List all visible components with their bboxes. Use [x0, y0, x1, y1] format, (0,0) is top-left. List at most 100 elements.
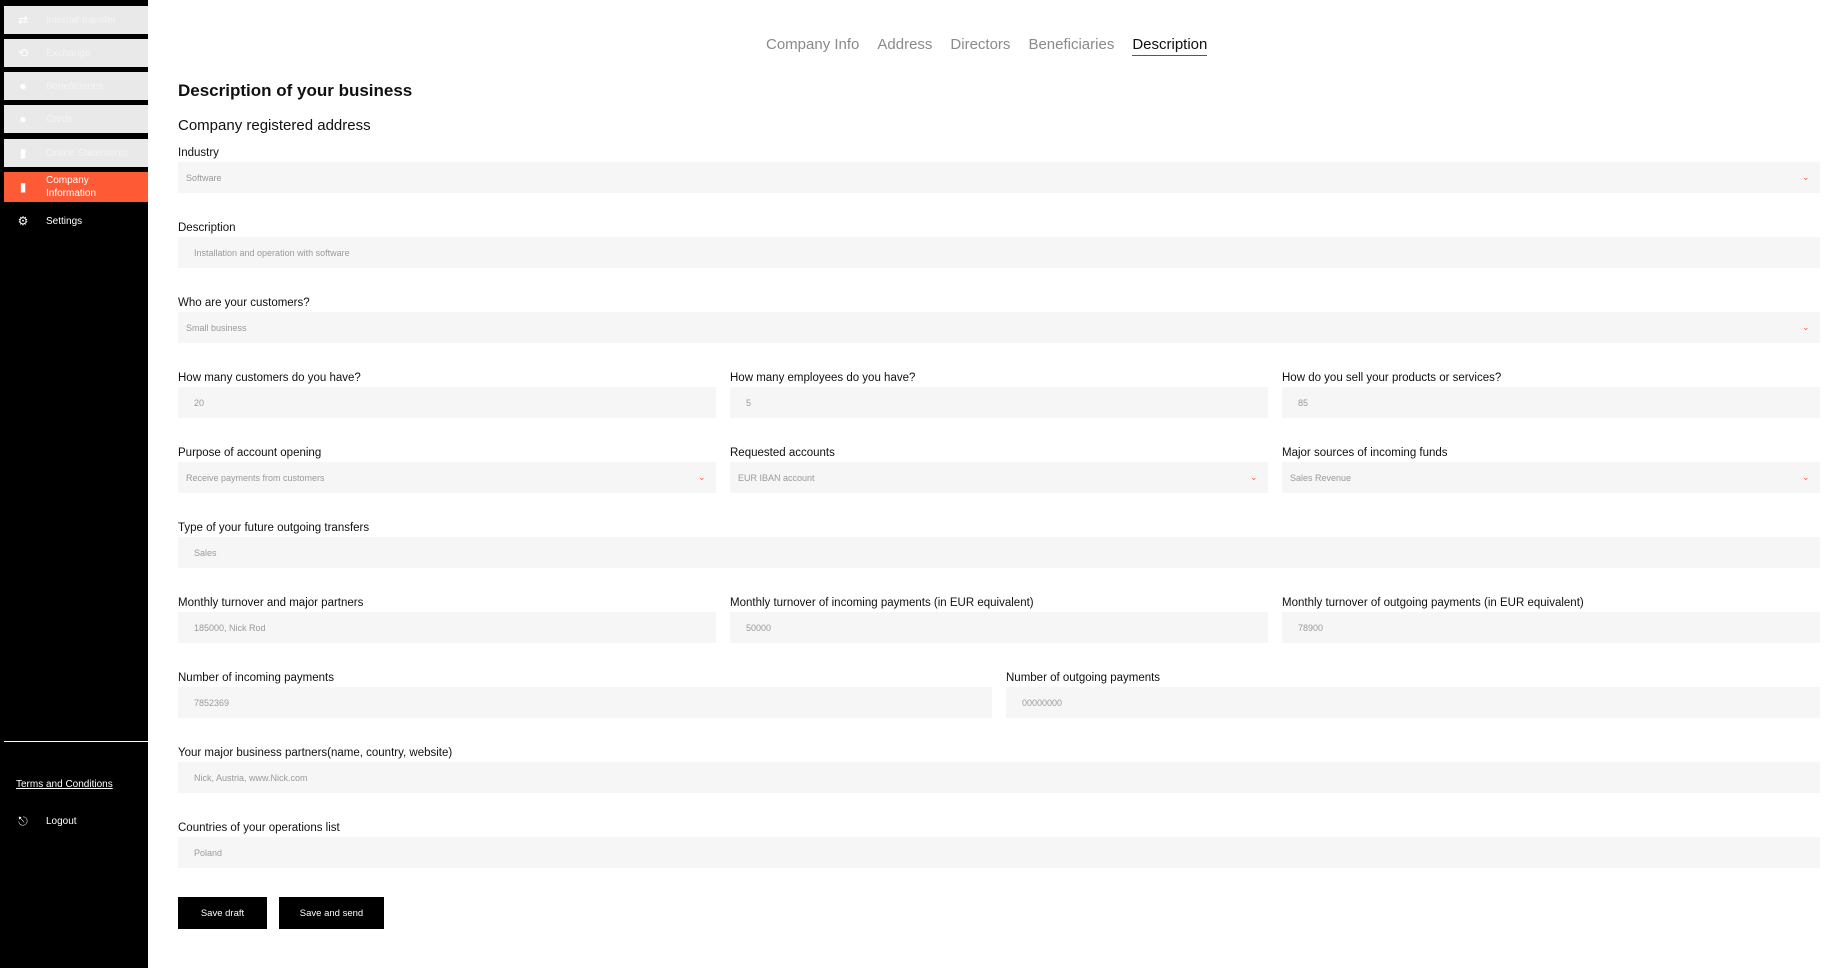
tab-directors[interactable]: Directors: [950, 36, 1010, 56]
sell-method-label: How do you sell your products or service…: [1282, 372, 1502, 384]
section-subtitle: Company registered address: [178, 117, 371, 134]
description-label: Description: [178, 222, 236, 234]
transfer-type-label: Type of your future outgoing transfers: [178, 522, 370, 534]
transfer-type-field-group: Type of your future outgoing transfers S…: [178, 521, 1820, 568]
sidebar-item-settings[interactable]: ⚙ Settings: [4, 207, 148, 235]
turnover-in-value: 50000: [746, 622, 772, 633]
employees-value: 5: [746, 397, 752, 408]
sidebar-item-label: Exchange: [46, 47, 91, 59]
industry-field-group: Industry Software ⌄: [178, 146, 1820, 193]
sell-method-value: 85: [1298, 397, 1309, 408]
sidebar-item-company-information[interactable]: ▮ Company Information: [4, 172, 148, 202]
industry-label: Industry: [178, 147, 219, 159]
num-out-field-group: Number of outgoing payments 00000000: [1006, 671, 1820, 718]
building-icon: ▮: [19, 180, 27, 194]
num-in-input[interactable]: 7852369: [178, 687, 992, 718]
gear-icon: ⚙: [17, 214, 29, 228]
partners-label: Your major business partners(name, count…: [178, 747, 453, 759]
turnover-in-input[interactable]: 50000: [730, 612, 1268, 643]
sidebar-item-online-statements[interactable]: ▮ Online Statements: [4, 139, 148, 167]
turnover-out-value: 78900: [1298, 622, 1324, 633]
customers-type-label: Who are your customers?: [178, 297, 310, 309]
exchange-icon: ⟲: [17, 46, 29, 60]
countries-value: Poland: [194, 847, 223, 858]
sidebar-item-internal-transfer[interactable]: ⇄ Internal transfer: [4, 6, 148, 34]
page-title: Description of your business: [178, 81, 413, 100]
num-in-label: Number of incoming payments: [178, 672, 334, 684]
save-draft-button[interactable]: Save draft: [178, 897, 267, 929]
sell-method-field-group: How do you sell your products or service…: [1282, 371, 1820, 418]
chevron-down-icon: ⌄: [1802, 472, 1810, 482]
countries-label: Countries of your operations list: [178, 822, 340, 834]
partners-field-group: Your major business partners(name, count…: [178, 746, 1820, 793]
logout-button[interactable]: ⎋ Logout: [4, 810, 148, 832]
turnover-in-field-group: Monthly turnover of incoming payments (i…: [730, 596, 1268, 643]
sources-label: Major sources of incoming funds: [1282, 447, 1448, 459]
sidebar-item-beneficiaries[interactable]: ● Beneficiaries: [4, 72, 148, 100]
requested-accounts-value: EUR IBAN account: [738, 472, 815, 483]
countries-input[interactable]: Poland: [178, 837, 1820, 868]
person-icon: ●: [19, 79, 27, 93]
customers-count-input[interactable]: 20: [178, 387, 716, 418]
employees-input[interactable]: 5: [730, 387, 1268, 418]
card-icon: ●: [19, 112, 27, 126]
turnover-in-label: Monthly turnover of incoming payments (i…: [730, 597, 1034, 609]
chevron-down-icon: ⌄: [698, 472, 706, 482]
sidebar-item-label: Internal transfer: [46, 14, 117, 26]
sidebar-item-label: Cards: [46, 113, 73, 125]
turnover-partners-field-group: Monthly turnover and major partners 1850…: [178, 596, 716, 643]
customers-count-value: 20: [194, 397, 205, 408]
sources-value: Sales Revenue: [1290, 472, 1352, 483]
turnover-partners-label: Monthly turnover and major partners: [178, 597, 364, 609]
requested-accounts-label: Requested accounts: [730, 447, 835, 459]
turnover-partners-value: 185000, Nick Rod: [194, 622, 266, 633]
partners-value: Nick, Austria, www.Nick.com: [194, 772, 308, 783]
sidebar-item-exchange[interactable]: ⟲ Exchange: [4, 39, 148, 67]
tab-beneficiaries[interactable]: Beneficiaries: [1028, 36, 1114, 56]
employees-field-group: How many employees do you have? 5: [730, 371, 1268, 418]
sources-field-group: Major sources of incoming funds Sales Re…: [1282, 446, 1820, 493]
tab-description[interactable]: Description: [1132, 36, 1208, 56]
turnover-out-input[interactable]: 78900: [1282, 612, 1820, 643]
sidebar-item-label: Online Statements: [46, 147, 129, 159]
purpose-select[interactable]: Receive payments from customers ⌄: [178, 462, 716, 493]
sell-method-input[interactable]: 85: [1282, 387, 1820, 418]
sources-select[interactable]: Sales Revenue ⌄: [1282, 462, 1820, 493]
customers-count-label: How many customers do you have?: [178, 372, 361, 384]
turnover-partners-input[interactable]: 185000, Nick Rod: [178, 612, 716, 643]
tab-company-info[interactable]: Company Info: [766, 36, 859, 56]
chevron-down-icon: ⌄: [1802, 172, 1810, 182]
description-value: Installation and operation with software: [194, 247, 350, 258]
logout-icon: ⎋: [18, 813, 28, 828]
num-in-value: 7852369: [194, 697, 230, 708]
requested-accounts-select[interactable]: EUR IBAN account ⌄: [730, 462, 1268, 493]
purpose-value: Receive payments from customers: [186, 472, 325, 483]
customers-type-select[interactable]: Small business ⌄: [178, 312, 1820, 343]
sidebar-item-label: Settings: [46, 215, 83, 227]
partners-input[interactable]: Nick, Austria, www.Nick.com: [178, 762, 1820, 793]
tab-bar: Company Info Address Directors Beneficia…: [766, 36, 1208, 56]
logout-label: Logout: [46, 815, 77, 827]
sidebar: ⇄ Internal transfer ⟲ Exchange ● Benefic…: [0, 0, 148, 968]
transfer-type-input[interactable]: Sales: [178, 537, 1820, 568]
sidebar-item-label: Company Information: [46, 175, 97, 199]
purpose-label: Purpose of account opening: [178, 447, 322, 459]
customers-type-field-group: Who are your customers? Small business ⌄: [178, 296, 1820, 343]
chevron-down-icon: ⌄: [1250, 472, 1258, 482]
sidebar-item-label: Beneficiaries: [46, 80, 104, 92]
description-input[interactable]: Installation and operation with software: [178, 237, 1820, 268]
num-in-field-group: Number of incoming payments 7852369: [178, 671, 992, 718]
terms-link[interactable]: Terms and Conditions: [16, 779, 113, 790]
num-out-input[interactable]: 00000000: [1006, 687, 1820, 718]
requested-accounts-field-group: Requested accounts EUR IBAN account ⌄: [730, 446, 1268, 493]
sidebar-item-cards[interactable]: ● Cards: [4, 105, 148, 133]
chevron-down-icon: ⌄: [1802, 322, 1810, 332]
tab-address[interactable]: Address: [877, 36, 932, 56]
document-icon: ▮: [19, 146, 27, 160]
purpose-field-group: Purpose of account opening Receive payme…: [178, 446, 716, 493]
num-out-value: 00000000: [1022, 697, 1063, 708]
industry-select[interactable]: Software ⌄: [178, 162, 1820, 193]
description-field-group: Description Installation and operation w…: [178, 221, 1820, 268]
transfer-type-value: Sales: [194, 547, 217, 558]
save-and-send-button[interactable]: Save and send: [279, 897, 384, 929]
